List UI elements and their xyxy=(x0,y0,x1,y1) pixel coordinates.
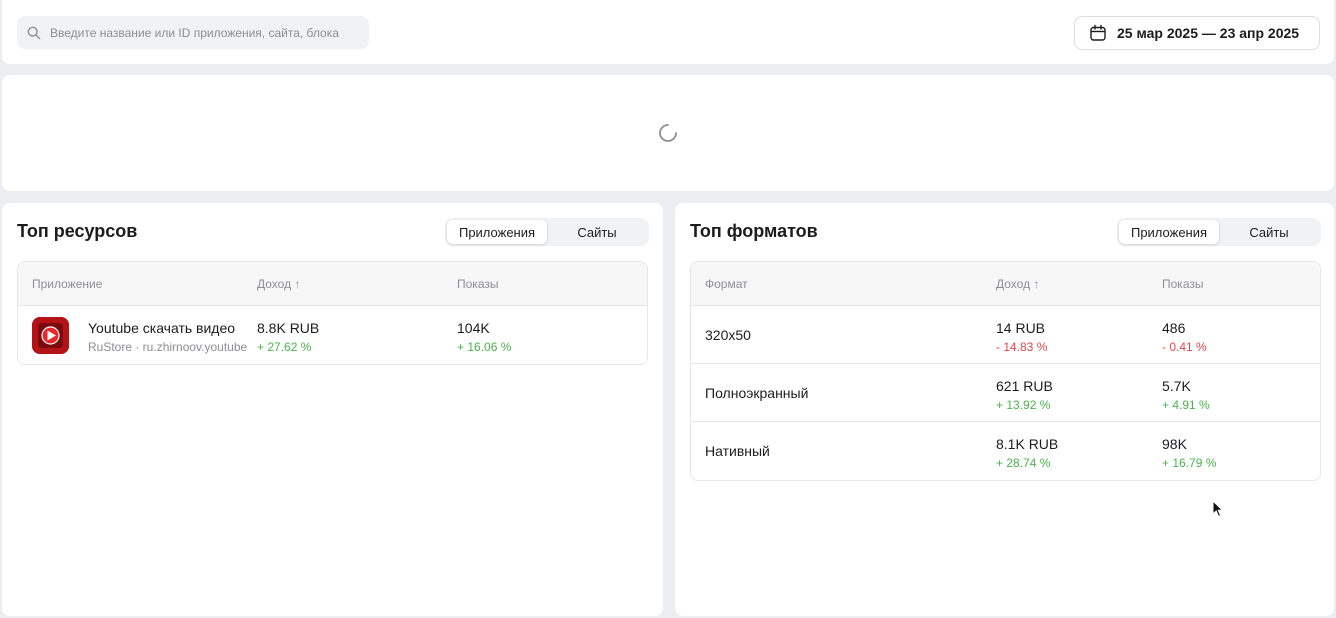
column-header-format: Формат xyxy=(705,276,748,291)
table-row[interactable]: Полноэкранный 621 RUB + 13.92 % 5.7K + 4… xyxy=(691,364,1320,422)
tab-apps[interactable]: Приложения xyxy=(447,220,547,244)
resources-tab-switch: Приложения Сайты xyxy=(445,218,649,246)
column-header-impressions[interactable]: Показы xyxy=(457,277,498,291)
revenue-value: 14 RUB xyxy=(996,320,1046,336)
revenue-delta: + 28.74 % xyxy=(996,456,1051,470)
impressions-delta: + 4.91 % xyxy=(1162,398,1210,412)
top-formats-panel: Топ форматов Приложения Сайты Формат Дох… xyxy=(675,203,1334,616)
column-header-revenue[interactable]: Доход ↑ xyxy=(257,277,300,291)
top-bar: Введите название или ID приложения, сайт… xyxy=(2,0,1334,64)
resources-table: Приложение Доход ↑ Показы Youtube скачат… xyxy=(17,261,648,365)
mouse-cursor-icon xyxy=(1212,500,1224,518)
top-resources-title: Топ ресурсов xyxy=(17,221,138,241)
formats-table: Формат Доход ↑ Показы 320x50 14 RUB - 14… xyxy=(690,261,1321,481)
impressions-value: 104K xyxy=(457,320,490,336)
formats-tab-switch: Приложения Сайты xyxy=(1117,218,1321,246)
revenue-value: 621 RUB xyxy=(996,378,1053,394)
tab-apps[interactable]: Приложения xyxy=(1119,220,1219,244)
format-name: Полноэкранный xyxy=(705,385,809,401)
date-range-label: 25 мар 2025 — 23 апр 2025 xyxy=(1117,25,1300,41)
youtube-app-icon xyxy=(32,317,69,354)
app-name: Youtube скачать видео xyxy=(88,320,236,336)
impressions-delta: + 16.06 % xyxy=(457,340,512,354)
loading-spinner-icon xyxy=(659,124,677,142)
revenue-delta: + 13.92 % xyxy=(996,398,1051,412)
top-resources-panel: Топ ресурсов Приложения Сайты Приложение… xyxy=(2,203,663,616)
table-row[interactable]: Нативный 8.1K RUB + 28.74 % 98K + 16.79 … xyxy=(691,422,1320,480)
revenue-delta: - 14.83 % xyxy=(996,340,1048,354)
format-name: Нативный xyxy=(705,443,770,459)
table-row[interactable]: 320x50 14 RUB - 14.83 % 486 - 0.41 % xyxy=(691,306,1320,364)
calendar-icon xyxy=(1090,24,1106,41)
table-header: Формат Доход ↑ Показы xyxy=(691,262,1320,306)
impressions-value: 5.7K xyxy=(1162,378,1191,394)
revenue-value: 8.8K RUB xyxy=(257,320,320,336)
impressions-delta: + 16.79 % xyxy=(1162,456,1217,470)
column-header-revenue[interactable]: Доход ↑ xyxy=(996,277,1039,291)
revenue-delta: + 27.62 % xyxy=(257,340,312,354)
date-range-button[interactable]: 25 мар 2025 — 23 апр 2025 xyxy=(1074,16,1320,50)
search-icon xyxy=(27,26,41,39)
search-input[interactable]: Введите название или ID приложения, сайт… xyxy=(17,16,369,49)
revenue-value: 8.1K RUB xyxy=(996,436,1059,452)
impressions-delta: - 0.41 % xyxy=(1162,340,1207,354)
impressions-value: 98K xyxy=(1162,436,1187,452)
app-subtitle: RuStore · ru.zhirnoov.youtube xyxy=(88,340,248,354)
top-formats-title: Топ форматов xyxy=(690,221,818,241)
chart-loading-panel xyxy=(2,75,1334,191)
impressions-value: 486 xyxy=(1162,320,1186,336)
tab-sites[interactable]: Сайты xyxy=(1219,220,1319,244)
column-header-app: Приложение xyxy=(32,276,103,291)
column-header-impressions[interactable]: Показы xyxy=(1162,277,1203,291)
search-placeholder: Введите название или ID приложения, сайт… xyxy=(50,25,339,40)
table-header: Приложение Доход ↑ Показы xyxy=(18,262,647,306)
format-name: 320x50 xyxy=(705,327,751,343)
tab-sites[interactable]: Сайты xyxy=(547,220,647,244)
table-row[interactable]: Youtube скачать видео RuStore · ru.zhirn… xyxy=(18,306,647,364)
